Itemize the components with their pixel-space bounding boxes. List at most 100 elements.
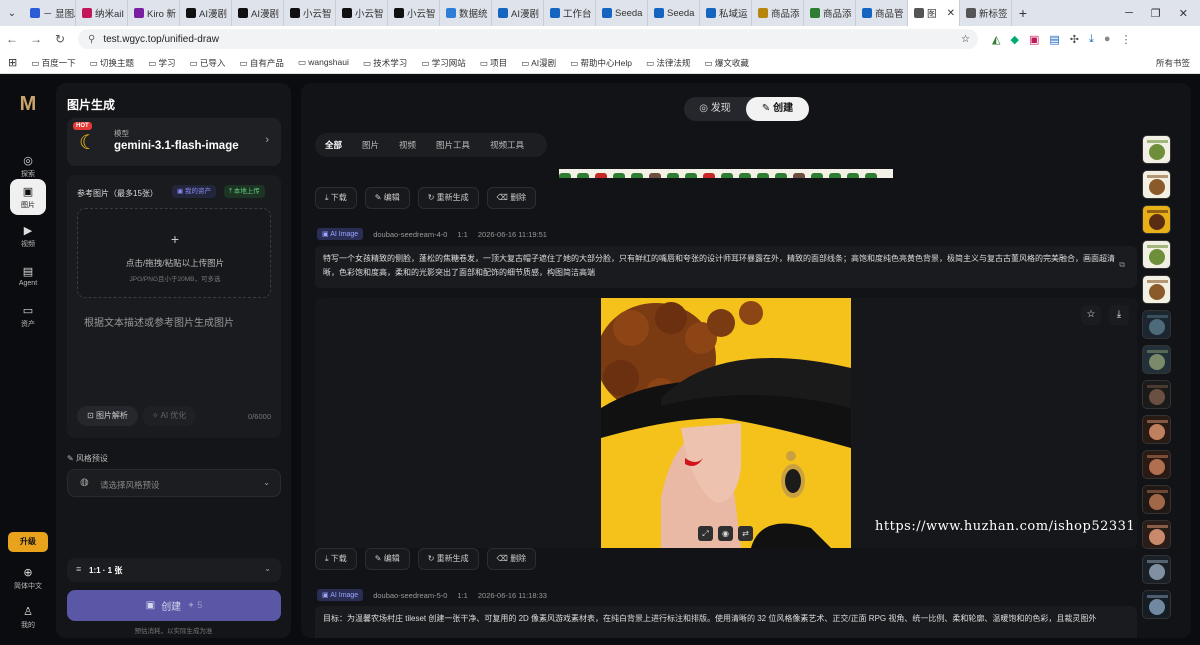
regenerate-button[interactable]: ↻ 重新生成 <box>417 548 479 570</box>
profile-avatar[interactable]: ● <box>1104 33 1111 46</box>
copy-icon[interactable]: ⧉ <box>1119 258 1125 272</box>
image-download-icon[interactable]: ⤓ <box>1109 305 1129 325</box>
local-upload-button[interactable]: ⤒ 本地上传 <box>224 185 265 198</box>
browser-menu-icon[interactable]: ⋮ <box>1121 33 1132 46</box>
url-field[interactable]: ⚲ test.wgyc.top/unified-draw ☆ <box>78 29 978 49</box>
browser-tab[interactable]: Kiro 新 <box>128 0 180 26</box>
bookmark-item[interactable]: ▭ 自有产品 <box>239 57 283 69</box>
prompt-input[interactable]: 根据文本描述或参考图片生成图片 <box>84 314 234 329</box>
language-switch[interactable]: ⊕ 简体中文 <box>10 560 46 596</box>
history-thumbnail[interactable] <box>1142 345 1171 374</box>
browser-tab[interactable]: － 显图A <box>24 0 76 26</box>
expand-icon[interactable]: ⤢ <box>698 526 713 541</box>
browser-tab[interactable]: 小云智 <box>388 0 440 26</box>
all-bookmarks[interactable]: 所有书签 <box>1156 57 1200 69</box>
rail-item-image[interactable]: ▣ 图片 <box>10 179 46 215</box>
bookmark-item[interactable]: ▭ 技术学习 <box>363 57 407 69</box>
browser-tab[interactable]: AI漫剧 <box>232 0 284 26</box>
history-thumbnail[interactable] <box>1142 310 1171 339</box>
history-thumbnail[interactable] <box>1142 135 1171 164</box>
close-window-icon[interactable]: ✕ <box>1179 7 1188 20</box>
previous-result-image[interactable] <box>559 169 893 178</box>
history-thumbnail[interactable] <box>1142 170 1171 199</box>
bookmark-item[interactable]: ▭ AI漫剧 <box>521 57 556 69</box>
bookmark-item[interactable]: ▭ 帮助中心Help <box>570 57 632 69</box>
tab-create[interactable]: ✎ 创建 <box>746 97 809 121</box>
profile-menu[interactable]: ♙ 我的 <box>10 599 46 635</box>
download-button[interactable]: ⤓ 下载 <box>315 548 357 570</box>
create-button[interactable]: ▣ 创建 ✦ 5 <box>67 590 281 621</box>
history-thumbnail[interactable] <box>1142 450 1171 479</box>
rail-item-video[interactable]: ▶ 视频 <box>10 218 46 254</box>
edit-button[interactable]: ✎ 编辑 <box>364 548 410 570</box>
extension-icon[interactable]: ◆ <box>1010 33 1018 46</box>
history-thumbnail[interactable] <box>1142 485 1171 514</box>
upgrade-button[interactable]: 升级 <box>8 532 48 552</box>
tab-discover[interactable]: ◎ 发现 <box>684 97 746 121</box>
rail-item-agent[interactable]: ▤ Agent <box>10 258 46 294</box>
browser-tab[interactable]: 商品添 <box>804 0 856 26</box>
rail-item-folder[interactable]: ▭ 资产 <box>10 298 46 334</box>
delete-button[interactable]: ⌫ 删除 <box>486 187 537 209</box>
upload-dropzone[interactable]: + 点击/拖拽/粘贴以上传图片 JPG/PNG且小于20MB，可多选 <box>77 208 271 298</box>
browser-tab[interactable]: AI漫剧 <box>180 0 232 26</box>
ai-optimize-button[interactable]: ✧ AI 优化 <box>142 406 197 426</box>
extension-icon[interactable]: ▣ <box>1029 33 1039 46</box>
extension-icon[interactable]: ◭ <box>992 33 1000 46</box>
delete-button[interactable]: ⌫ 删除 <box>486 548 537 570</box>
style-preset-select[interactable]: ◍ 请选择风格预设 ⌄ <box>67 469 281 497</box>
restore-icon[interactable]: ❐ <box>1151 7 1161 20</box>
filter-tab[interactable]: 视频工具 <box>480 133 534 157</box>
filter-tab[interactable]: 图片工具 <box>426 133 480 157</box>
download-button[interactable]: ⤓ 下载 <box>315 187 357 209</box>
browser-tab[interactable]: 私域运 <box>700 0 752 26</box>
tab-search-icon[interactable]: ⌄ <box>0 8 24 19</box>
extension-icon[interactable]: ▤ <box>1049 33 1059 46</box>
history-thumbnail[interactable] <box>1142 415 1171 444</box>
history-thumbnail[interactable] <box>1142 205 1171 234</box>
ratio-select[interactable]: ≡ 1:1 · 1 张 ⌄ <box>67 558 281 582</box>
filter-tab[interactable]: 全部 <box>315 133 352 157</box>
generated-image[interactable] <box>601 298 851 548</box>
history-thumbnail[interactable] <box>1142 275 1171 304</box>
history-thumbnail[interactable] <box>1142 555 1171 584</box>
browser-tab[interactable]: 纳米aiI <box>76 0 128 26</box>
filter-tab[interactable]: 图片 <box>352 133 389 157</box>
history-thumbnail[interactable] <box>1142 520 1171 549</box>
url-text[interactable]: test.wgyc.top/unified-draw <box>103 34 219 45</box>
filter-tab[interactable]: 视频 <box>389 133 426 157</box>
bookmark-item[interactable]: ▭ wangshaui <box>298 57 349 69</box>
history-thumbnail[interactable] <box>1142 380 1171 409</box>
browser-tab[interactable]: Seeda <box>648 0 700 26</box>
history-thumbnail[interactable] <box>1142 590 1171 619</box>
browser-tab[interactable]: 小云智 <box>284 0 336 26</box>
brand-logo[interactable]: M <box>16 93 40 115</box>
browser-tab[interactable]: 工作台 <box>544 0 596 26</box>
minimize-icon[interactable]: ─ <box>1125 7 1133 20</box>
browser-tab[interactable]: 数据统 <box>440 0 492 26</box>
apps-grid-icon[interactable]: ⊞ <box>8 56 17 69</box>
close-tab-icon[interactable]: ✕ <box>947 8 955 19</box>
browser-tab[interactable]: 新标签 <box>960 0 1012 26</box>
bookmark-item[interactable]: ▭ 法律法规 <box>646 57 690 69</box>
view-icon[interactable]: ◉ <box>718 526 733 541</box>
bookmark-item[interactable]: ▭ 切换主题 <box>90 57 134 69</box>
bookmark-item[interactable]: ▭ 学习 <box>148 57 175 69</box>
browser-tab-active[interactable]: 图 ✕ <box>908 0 960 26</box>
bookmark-item[interactable]: ▭ 百度一下 <box>31 57 75 69</box>
regenerate-button[interactable]: ↻ 重新生成 <box>417 187 479 209</box>
history-thumbnail[interactable] <box>1142 240 1171 269</box>
forward-icon[interactable]: → <box>24 32 48 46</box>
model-selector[interactable]: HOT ☾ 模型 gemini-3.1-flash-image › <box>67 118 281 166</box>
new-tab-button[interactable]: + <box>1012 5 1034 21</box>
bookmark-item[interactable]: ▭ 已导入 <box>189 57 225 69</box>
my-assets-button[interactable]: ▣ 我的资产 <box>172 185 216 198</box>
back-icon[interactable]: ← <box>0 32 24 46</box>
download-icon[interactable]: ⤓ <box>1089 33 1094 46</box>
edit-button[interactable]: ✎ 编辑 <box>364 187 410 209</box>
browser-tab[interactable]: 小云智 <box>336 0 388 26</box>
bookmark-star-icon[interactable]: ☆ <box>961 34 970 45</box>
browser-tab[interactable]: 商品管 <box>856 0 908 26</box>
browser-tab[interactable]: AI漫剧 <box>492 0 544 26</box>
bookmark-item[interactable]: ▭ 学习网站 <box>421 57 465 69</box>
